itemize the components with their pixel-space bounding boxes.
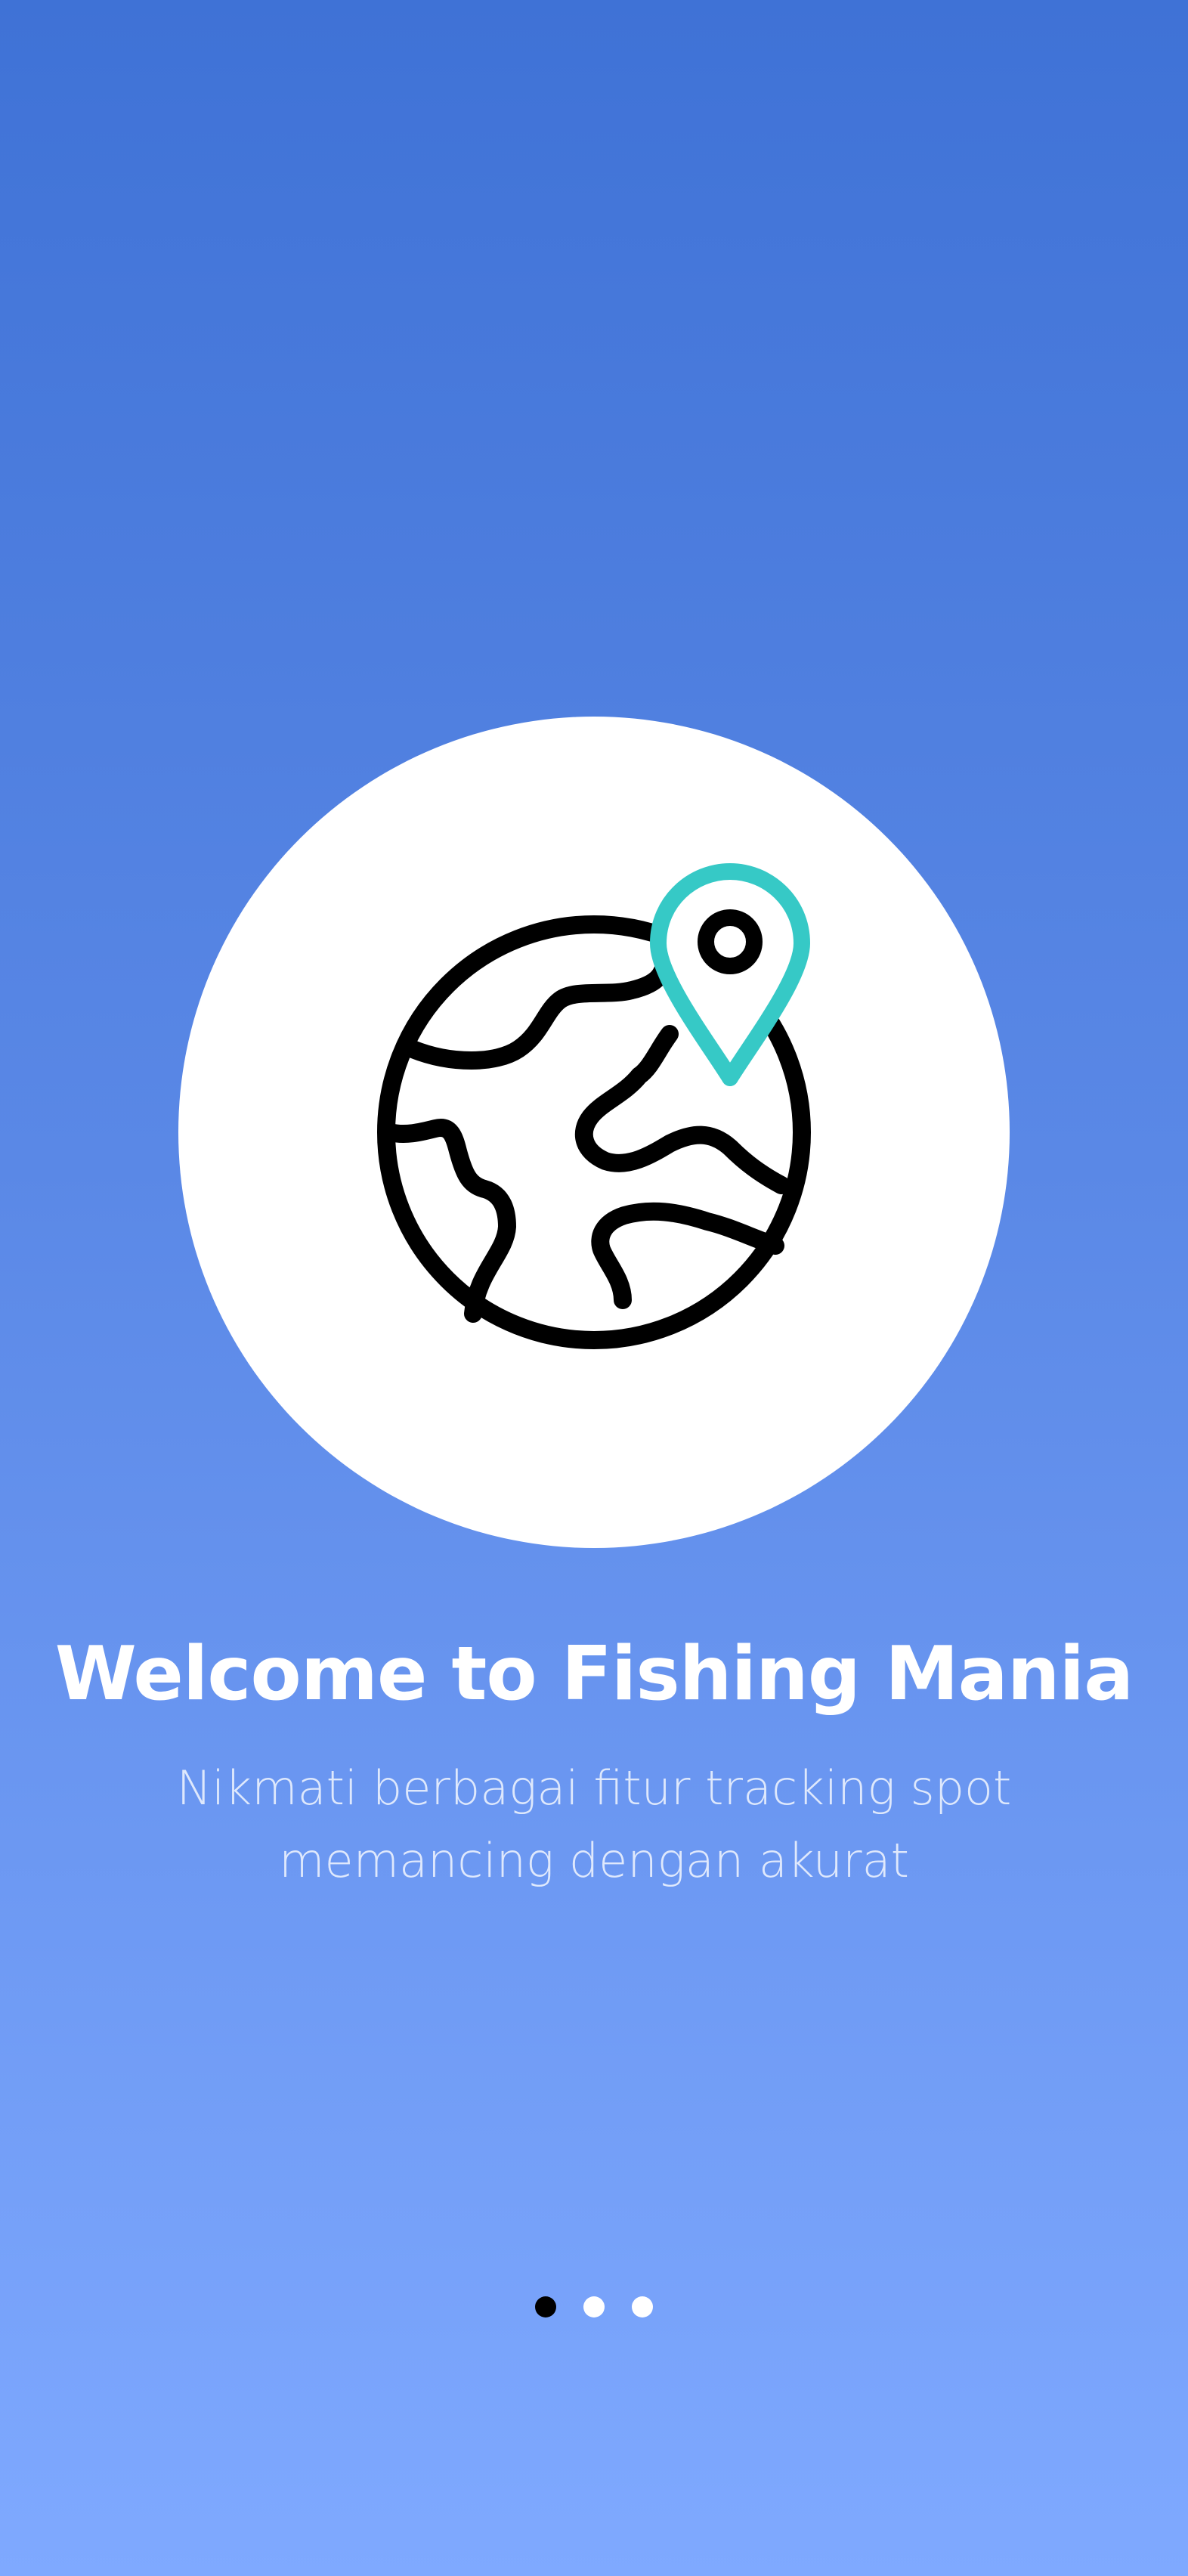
- page-indicator: [0, 2296, 1188, 2317]
- onboarding-subtitle-line-2: memancing dengan akurat: [279, 1833, 909, 1888]
- onboarding-subtitle: Nikmati berbagai fitur tracking spot mem…: [136, 1752, 1052, 1897]
- page-indicator-dot-1[interactable]: [535, 2296, 556, 2317]
- onboarding-title: Welcome to Fishing Mania: [54, 1631, 1134, 1717]
- onboarding-subtitle-line-1: Nikmati berbagai fitur tracking spot: [176, 1760, 1012, 1816]
- globe-with-location-pin-icon: [377, 863, 811, 1349]
- hero-illustration-circle: [178, 717, 1010, 1548]
- page-indicator-dot-3[interactable]: [632, 2296, 653, 2317]
- page-indicator-dot-2[interactable]: [583, 2296, 605, 2317]
